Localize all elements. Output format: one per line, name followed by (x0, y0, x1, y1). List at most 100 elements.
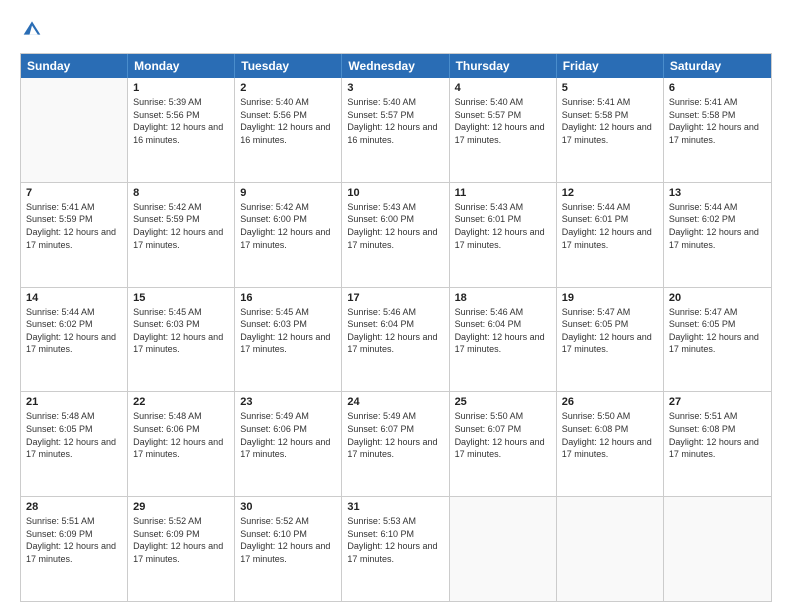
cal-cell: 26 Sunrise: 5:50 AMSunset: 6:08 PMDayligh… (557, 392, 664, 496)
cal-cell: 7 Sunrise: 5:41 AMSunset: 5:59 PMDaylight… (21, 183, 128, 287)
cal-cell: 18 Sunrise: 5:46 AMSunset: 6:04 PMDayligh… (450, 288, 557, 392)
day-number: 30 (240, 501, 336, 513)
cell-info: Sunrise: 5:51 AMSunset: 6:08 PMDaylight:… (669, 410, 766, 460)
cal-cell: 10 Sunrise: 5:43 AMSunset: 6:00 PMDayligh… (342, 183, 449, 287)
cal-cell: 29 Sunrise: 5:52 AMSunset: 6:09 PMDayligh… (128, 497, 235, 601)
cal-header-cell: Wednesday (342, 54, 449, 78)
cal-row: 21Sunrise: 5:48 AMSunset: 6:05 PMDayligh… (21, 392, 771, 497)
cal-cell: 24 Sunrise: 5:49 AMSunset: 6:07 PMDayligh… (342, 392, 449, 496)
cell-info: Sunrise: 5:52 AMSunset: 6:09 PMDaylight:… (133, 515, 229, 565)
cal-header-cell: Tuesday (235, 54, 342, 78)
cell-info: Sunrise: 5:46 AMSunset: 6:04 PMDaylight:… (347, 306, 443, 356)
header (20, 18, 772, 43)
day-number: 21 (26, 396, 122, 408)
day-number: 15 (133, 292, 229, 304)
cal-cell: 27 Sunrise: 5:51 AMSunset: 6:08 PMDayligh… (664, 392, 771, 496)
cell-info: Sunrise: 5:41 AMSunset: 5:58 PMDaylight:… (562, 96, 658, 146)
day-number: 24 (347, 396, 443, 408)
cell-info: Sunrise: 5:47 AMSunset: 6:05 PMDaylight:… (669, 306, 766, 356)
cal-header-cell: Friday (557, 54, 664, 78)
cal-cell: 6 Sunrise: 5:41 AMSunset: 5:58 PMDaylight… (664, 78, 771, 182)
calendar-body: 1 Sunrise: 5:39 AMSunset: 5:56 PMDaylight… (21, 78, 771, 601)
logo-icon (22, 18, 42, 38)
day-number: 4 (455, 82, 551, 94)
day-number: 1 (133, 82, 229, 94)
cal-cell: 2Sunrise: 5:40 AMSunset: 5:56 PMDaylight… (235, 78, 342, 182)
cell-info: Sunrise: 5:48 AMSunset: 6:06 PMDaylight:… (133, 410, 229, 460)
cal-row: 14Sunrise: 5:44 AMSunset: 6:02 PMDayligh… (21, 288, 771, 393)
cell-info: Sunrise: 5:40 AMSunset: 5:57 PMDaylight:… (347, 96, 443, 146)
cell-info: Sunrise: 5:40 AMSunset: 5:57 PMDaylight:… (455, 96, 551, 146)
cal-row: 1 Sunrise: 5:39 AMSunset: 5:56 PMDaylight… (21, 78, 771, 183)
cal-cell: 28Sunrise: 5:51 AMSunset: 6:09 PMDayligh… (21, 497, 128, 601)
cal-cell: 15 Sunrise: 5:45 AMSunset: 6:03 PMDayligh… (128, 288, 235, 392)
cell-info: Sunrise: 5:51 AMSunset: 6:09 PMDaylight:… (26, 515, 122, 565)
cal-cell: 1 Sunrise: 5:39 AMSunset: 5:56 PMDaylight… (128, 78, 235, 182)
cell-info: Sunrise: 5:45 AMSunset: 6:03 PMDaylight:… (133, 306, 229, 356)
cell-info: Sunrise: 5:49 AMSunset: 6:07 PMDaylight:… (347, 410, 443, 460)
day-number: 18 (455, 292, 551, 304)
day-number: 9 (240, 187, 336, 199)
cal-cell: 4 Sunrise: 5:40 AMSunset: 5:57 PMDaylight… (450, 78, 557, 182)
cal-cell: 23Sunrise: 5:49 AMSunset: 6:06 PMDayligh… (235, 392, 342, 496)
cell-info: Sunrise: 5:53 AMSunset: 6:10 PMDaylight:… (347, 515, 443, 565)
cal-cell: 20 Sunrise: 5:47 AMSunset: 6:05 PMDayligh… (664, 288, 771, 392)
day-number: 19 (562, 292, 658, 304)
cal-cell: 5 Sunrise: 5:41 AMSunset: 5:58 PMDaylight… (557, 78, 664, 182)
cal-cell: 21Sunrise: 5:48 AMSunset: 6:05 PMDayligh… (21, 392, 128, 496)
logo (20, 18, 44, 43)
cal-cell: 12Sunrise: 5:44 AMSunset: 6:01 PMDayligh… (557, 183, 664, 287)
day-number: 26 (562, 396, 658, 408)
day-number: 12 (562, 187, 658, 199)
day-number: 31 (347, 501, 443, 513)
cell-info: Sunrise: 5:41 AMSunset: 5:58 PMDaylight:… (669, 96, 766, 146)
day-number: 20 (669, 292, 766, 304)
day-number: 13 (669, 187, 766, 199)
cal-cell: 17Sunrise: 5:46 AMSunset: 6:04 PMDayligh… (342, 288, 449, 392)
cal-cell: 13 Sunrise: 5:44 AMSunset: 6:02 PMDayligh… (664, 183, 771, 287)
day-number: 11 (455, 187, 551, 199)
cell-info: Sunrise: 5:39 AMSunset: 5:56 PMDaylight:… (133, 96, 229, 146)
cal-cell: 22 Sunrise: 5:48 AMSunset: 6:06 PMDayligh… (128, 392, 235, 496)
cal-cell: 14Sunrise: 5:44 AMSunset: 6:02 PMDayligh… (21, 288, 128, 392)
cell-info: Sunrise: 5:50 AMSunset: 6:08 PMDaylight:… (562, 410, 658, 460)
day-number: 23 (240, 396, 336, 408)
day-number: 25 (455, 396, 551, 408)
cell-info: Sunrise: 5:41 AMSunset: 5:59 PMDaylight:… (26, 201, 122, 251)
cell-info: Sunrise: 5:45 AMSunset: 6:03 PMDaylight:… (240, 306, 336, 356)
cell-info: Sunrise: 5:46 AMSunset: 6:04 PMDaylight:… (455, 306, 551, 356)
day-number: 5 (562, 82, 658, 94)
cal-cell: 9 Sunrise: 5:42 AMSunset: 6:00 PMDaylight… (235, 183, 342, 287)
day-number: 16 (240, 292, 336, 304)
day-number: 2 (240, 82, 336, 94)
day-number: 7 (26, 187, 122, 199)
cal-cell: 11 Sunrise: 5:43 AMSunset: 6:01 PMDayligh… (450, 183, 557, 287)
cal-cell (664, 497, 771, 601)
cal-header-cell: Thursday (450, 54, 557, 78)
day-number: 29 (133, 501, 229, 513)
cal-cell (21, 78, 128, 182)
day-number: 6 (669, 82, 766, 94)
cal-cell: 8Sunrise: 5:42 AMSunset: 5:59 PMDaylight… (128, 183, 235, 287)
cell-info: Sunrise: 5:43 AMSunset: 6:01 PMDaylight:… (455, 201, 551, 251)
cal-cell: 30 Sunrise: 5:52 AMSunset: 6:10 PMDayligh… (235, 497, 342, 601)
cal-cell: 31 Sunrise: 5:53 AMSunset: 6:10 PMDayligh… (342, 497, 449, 601)
cell-info: Sunrise: 5:52 AMSunset: 6:10 PMDaylight:… (240, 515, 336, 565)
cell-info: Sunrise: 5:47 AMSunset: 6:05 PMDaylight:… (562, 306, 658, 356)
cal-cell (450, 497, 557, 601)
page: SundayMondayTuesdayWednesdayThursdayFrid… (0, 0, 792, 612)
cell-info: Sunrise: 5:42 AMSunset: 6:00 PMDaylight:… (240, 201, 336, 251)
day-number: 22 (133, 396, 229, 408)
calendar-header: SundayMondayTuesdayWednesdayThursdayFrid… (21, 54, 771, 78)
cal-cell: 25 Sunrise: 5:50 AMSunset: 6:07 PMDayligh… (450, 392, 557, 496)
day-number: 27 (669, 396, 766, 408)
cell-info: Sunrise: 5:44 AMSunset: 6:02 PMDaylight:… (669, 201, 766, 251)
cell-info: Sunrise: 5:43 AMSunset: 6:00 PMDaylight:… (347, 201, 443, 251)
cal-cell: 3Sunrise: 5:40 AMSunset: 5:57 PMDaylight… (342, 78, 449, 182)
cal-cell: 19 Sunrise: 5:47 AMSunset: 6:05 PMDayligh… (557, 288, 664, 392)
cell-info: Sunrise: 5:50 AMSunset: 6:07 PMDaylight:… (455, 410, 551, 460)
day-number: 10 (347, 187, 443, 199)
cell-info: Sunrise: 5:44 AMSunset: 6:02 PMDaylight:… (26, 306, 122, 356)
cal-cell (557, 497, 664, 601)
cal-row: 28Sunrise: 5:51 AMSunset: 6:09 PMDayligh… (21, 497, 771, 601)
